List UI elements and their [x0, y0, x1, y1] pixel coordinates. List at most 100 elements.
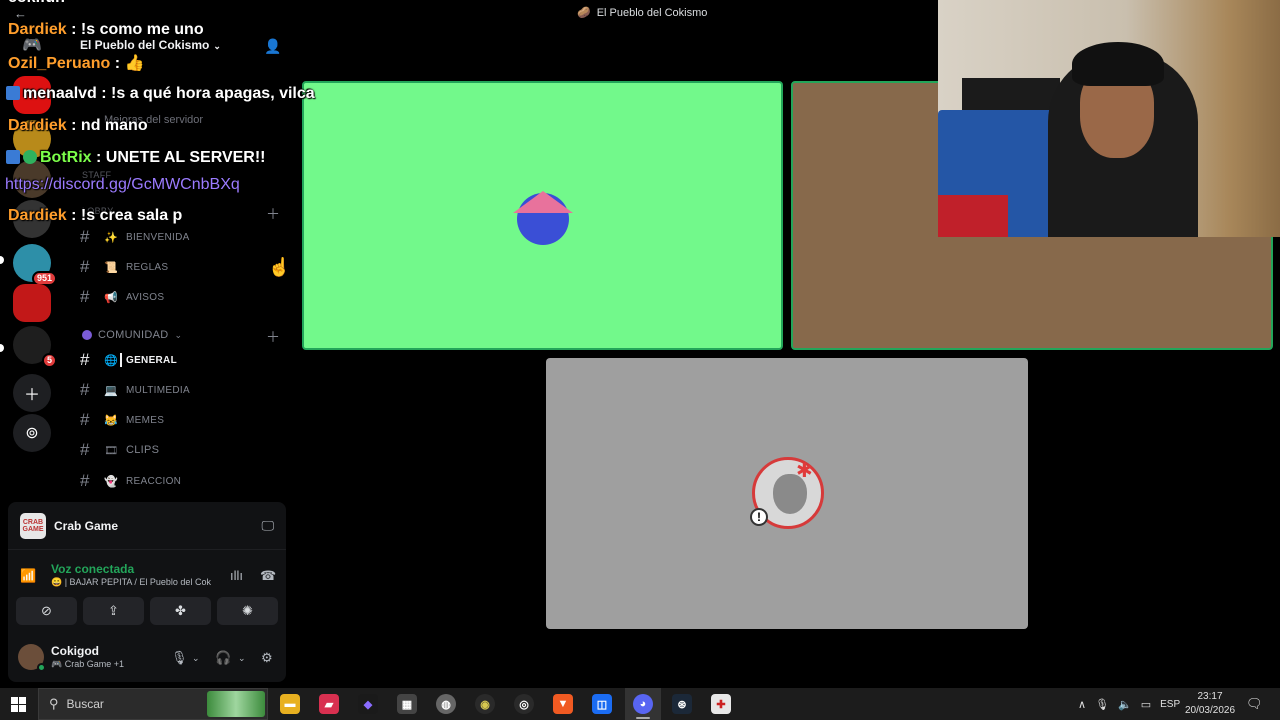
- activity-row[interactable]: CRAB GAME Crab Game 🖵: [20, 513, 274, 539]
- search-placeholder: Buscar: [66, 697, 104, 711]
- category-label: COMUNIDAD: [98, 329, 169, 341]
- chat-message: Ozil_Peruano : 👍: [8, 53, 144, 73]
- app-icon-purple[interactable]: ◆: [358, 694, 378, 714]
- camera-off-icon: ⊘: [41, 603, 52, 618]
- username[interactable]: Cokigod: [51, 644, 99, 658]
- taskbar-search[interactable]: ⚲ Buscar: [38, 688, 268, 720]
- channel-label: AVISOS: [126, 291, 165, 303]
- chat-message: BotRix : UNETE AL SERVER!!: [6, 149, 266, 167]
- search-highlight-image: [207, 691, 265, 717]
- discord-taskbar-icon[interactable]: ◕: [633, 694, 653, 714]
- crab-game-taskbar-icon[interactable]: ✚: [711, 694, 731, 714]
- camera-off-button[interactable]: ⊘: [16, 597, 77, 625]
- channel-clips[interactable]: # 🎞 CLIPS: [80, 439, 280, 461]
- channel-label: MULTIMEDIA: [126, 384, 190, 396]
- app-icon-red[interactable]: ▰: [319, 694, 339, 714]
- channel-label: BIENVENIDA: [126, 231, 190, 243]
- unread-pill: [0, 256, 4, 264]
- network-icon[interactable]: ▭: [1141, 698, 1151, 711]
- app-icon-window[interactable]: ▦: [397, 694, 417, 714]
- server-icon-6[interactable]: [13, 284, 51, 322]
- channel-emoji: ✨: [104, 231, 118, 244]
- chat-message: https://discord.gg/GcMWCnbBXq: [5, 176, 240, 194]
- game-icon: CRAB GAME: [20, 513, 46, 539]
- category-comunidad[interactable]: COMUNIDAD ⌄: [82, 329, 182, 341]
- app-icon-obs[interactable]: ◉: [475, 694, 495, 714]
- language-indicator[interactable]: ESP: [1160, 699, 1180, 710]
- chevron-down-icon[interactable]: ⌄: [238, 653, 246, 664]
- voice-connection: 📶 Voz conectada 😀 | BAJAR PEPITA / El Pu…: [20, 560, 276, 592]
- channel-bienvenida[interactable]: # ✨ BIENVENIDA: [80, 226, 280, 248]
- add-server-button[interactable]: ＋: [13, 374, 51, 412]
- chat-link[interactable]: https://discord.gg/GcMWCnbBXq: [5, 176, 240, 193]
- microphone-icon[interactable]: 🎙: [171, 650, 188, 666]
- chat-badge-icon: [6, 150, 20, 164]
- file-explorer-icon[interactable]: ▬: [280, 694, 300, 714]
- user-activity: 🎮 Crab Game +1: [51, 659, 124, 669]
- signal-icon[interactable]: 📶: [20, 568, 36, 584]
- hash-icon: #: [80, 380, 90, 399]
- server-icon-5[interactable]: 951: [13, 244, 57, 286]
- notifications-icon[interactable]: 🗨: [1246, 696, 1263, 712]
- app-icon-record[interactable]: ◎: [514, 694, 534, 714]
- webcam-scene: [938, 195, 1008, 237]
- chat-text: : !s como me uno: [66, 21, 204, 38]
- invite-people-icon[interactable]: 👤: [264, 38, 281, 55]
- disconnect-icon[interactable]: ☎: [260, 568, 276, 584]
- activities-button[interactable]: ✤: [150, 597, 211, 625]
- channel-reaccion[interactable]: # 👻 REACCION: [80, 470, 280, 492]
- system-tray: ∧ 🎙 🔈 ▭ ESP: [1078, 688, 1180, 720]
- brave-browser-icon[interactable]: ▼: [553, 694, 573, 714]
- voice-status[interactable]: Voz conectada: [51, 562, 134, 576]
- microphone-tray-icon[interactable]: 🎙: [1095, 698, 1109, 711]
- app-icon-shield[interactable]: ◍: [436, 694, 456, 714]
- channel-avisos[interactable]: # 📢 AVISOS: [80, 286, 280, 308]
- channel-label: MEMES: [126, 414, 165, 426]
- server-header[interactable]: El Pueblo del Cokismo ⌄: [80, 38, 221, 52]
- discover-button[interactable]: ⊚: [13, 414, 51, 452]
- share-screen-button[interactable]: ⇪: [83, 597, 144, 625]
- online-status-icon: [37, 663, 46, 672]
- clock-date: 20/03/2026: [1184, 705, 1236, 716]
- create-channel-icon[interactable]: ＋: [266, 327, 280, 347]
- channel-label: REACCION: [126, 475, 182, 487]
- channel-general[interactable]: # 🌐 GENERAL: [80, 349, 280, 371]
- page-title: El Pueblo del Cokismo: [596, 6, 708, 19]
- channel-multimedia[interactable]: # 💻 MULTIMEDIA: [80, 379, 280, 401]
- noise-suppression-icon[interactable]: ıllı: [230, 568, 243, 583]
- settings-gear-icon[interactable]: ⚙: [261, 650, 273, 666]
- server-icon-7[interactable]: 5: [13, 326, 57, 368]
- channel-reglas[interactable]: # 📜 REGLAS: [80, 256, 280, 278]
- chevron-up-icon[interactable]: ∧: [1078, 698, 1086, 711]
- soundboard-icon: ✺: [242, 603, 253, 618]
- headphones-icon[interactable]: 🎧: [215, 650, 231, 666]
- roblox-icon[interactable]: ◫: [592, 694, 612, 714]
- soundboard-button[interactable]: ✺: [217, 597, 278, 625]
- voice-channel-name[interactable]: 😀 | BAJAR PEPITA / El Pueblo del Coki...: [51, 577, 211, 588]
- volume-icon[interactable]: 🔈: [1118, 698, 1132, 711]
- voice-channel-header: 🥔 El Pueblo del Cokismo: [577, 6, 708, 20]
- streamer-headphones: [1072, 42, 1164, 86]
- participant-tile-1[interactable]: [302, 81, 783, 350]
- channel-memes[interactable]: # 😹 MEMES: [80, 409, 280, 431]
- create-channel-icon[interactable]: ＋: [266, 204, 280, 224]
- hash-icon: #: [80, 440, 90, 459]
- channel-emoji-icon: 🥔: [577, 7, 591, 19]
- windows-start-icon[interactable]: [11, 697, 26, 712]
- participant-tile-3[interactable]: ✱ !: [546, 358, 1028, 629]
- compass-icon: ⊚: [25, 425, 39, 442]
- hash-icon: #: [80, 471, 90, 490]
- user-info: Cokigod 🎮 Crab Game +1 🎙 ⌄ 🎧 ⌄ ⚙: [18, 642, 276, 672]
- chevron-down-icon[interactable]: ⌄: [192, 653, 200, 664]
- steam-icon[interactable]: ⊛: [672, 694, 692, 714]
- screen-share-icon[interactable]: 🖵: [261, 518, 274, 534]
- divider: [120, 353, 122, 367]
- hash-icon: #: [80, 410, 90, 429]
- channel-emoji: 👻: [104, 475, 118, 488]
- chat-message: menaalvd : !s a qué hora apagas, vilca: [6, 85, 315, 103]
- system-clock[interactable]: 23:17 20/03/2026: [1180, 690, 1240, 718]
- divider: [8, 549, 286, 550]
- server-rail: 🎮 951 5 ＋ ⊚: [0, 0, 64, 500]
- chevron-down-icon: ⌄: [174, 329, 183, 340]
- channel-label: GENERAL: [126, 354, 177, 366]
